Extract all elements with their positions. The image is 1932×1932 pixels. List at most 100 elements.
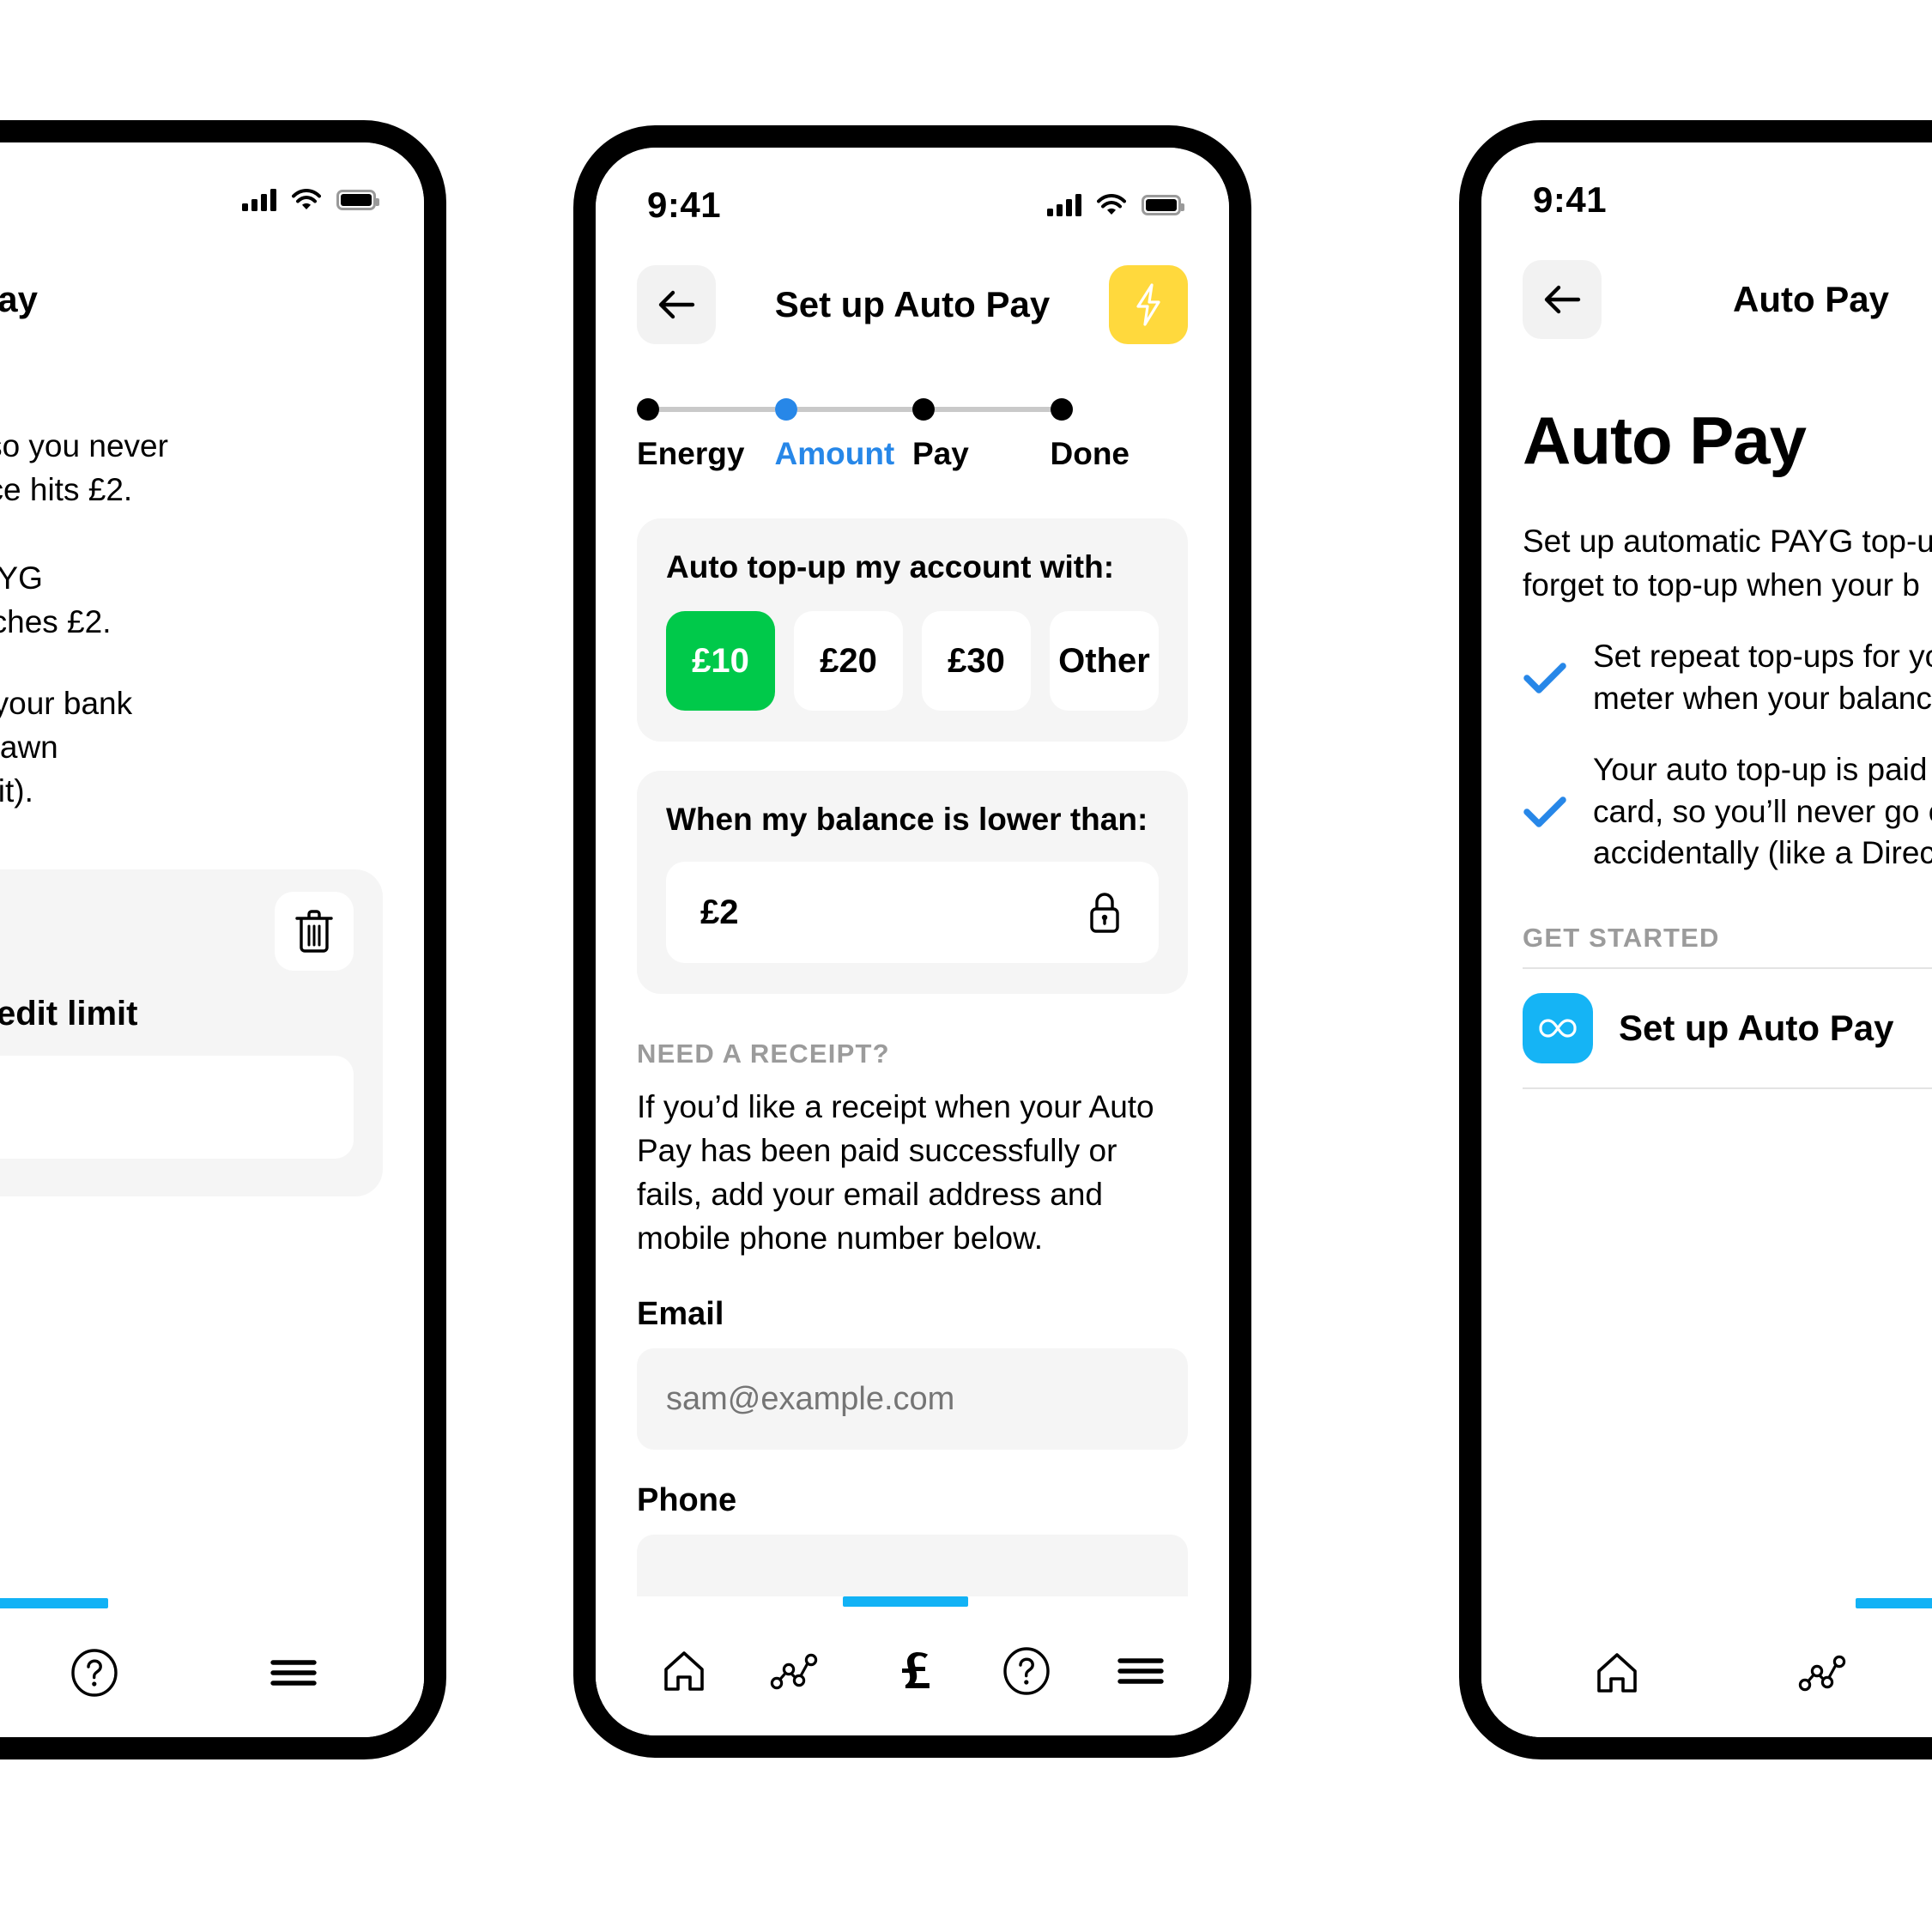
battery-icon [1142, 195, 1184, 215]
step-label: Energy [637, 436, 745, 471]
credit-limit-title: Credit limit [0, 995, 138, 1033]
signal-icon [1047, 194, 1081, 216]
list-item-setup-auto-pay[interactable]: Set up Auto Pay [1523, 967, 1932, 1090]
list-item-label: Set up Auto Pay [1619, 1008, 1894, 1049]
email-input[interactable] [637, 1348, 1188, 1451]
threshold-field[interactable]: £2 [666, 862, 1159, 963]
status-bar: 9:41 [1481, 142, 1932, 232]
menu-icon [270, 1660, 317, 1686]
benefit-text: Set repeat top-ups for yo meter when you… [1593, 639, 1932, 716]
progress-stepper: Energy Amount Pay Done [596, 357, 1229, 472]
step-line [796, 407, 912, 412]
step-done[interactable]: Done [1050, 397, 1189, 472]
tab-help[interactable] [0, 1648, 194, 1698]
tab-usage[interactable] [1722, 1653, 1931, 1693]
arrow-left-icon [658, 290, 695, 319]
amount-card: Auto top-up my account with: £10 £20 £30… [637, 518, 1188, 742]
intro-paragraph: Set up automatic PAYG top-u forget to to… [1523, 524, 1932, 603]
credit-limit-card: Credit limit £2.00 [0, 869, 383, 1197]
amount-option-other[interactable]: Other [1050, 611, 1159, 711]
benefit-text: Your auto top-up is paid card, so you’ll… [1593, 751, 1932, 871]
bullet-1: p-ups for your PAYG your balance reaches… [0, 560, 112, 640]
benefit-item-1: Set repeat top-ups for yo meter when you… [1523, 636, 1932, 720]
phone-left: Auto Pay c PAYG top-ups so you never whe… [0, 120, 446, 1759]
tabs [596, 1607, 1229, 1735]
step-energy[interactable]: Energy [637, 397, 775, 472]
screenshot-stage: Auto Pay c PAYG top-ups so you never whe… [0, 0, 1932, 1932]
amount-option-20[interactable]: £20 [794, 611, 903, 711]
heading: Auto Pay [1523, 403, 1807, 478]
lightning-bolt-icon [1136, 283, 1160, 326]
email-group: Email [637, 1296, 1188, 1451]
status-bar: 9:41 [596, 148, 1229, 237]
left-content: c PAYG top-ups so you never when your ba… [0, 352, 424, 813]
amount-card-title: Auto top-up my account with: [666, 549, 1115, 584]
step-dot [637, 398, 659, 421]
step-pay[interactable]: Pay [912, 397, 1051, 472]
home-icon [663, 1651, 704, 1691]
step-label: Pay [912, 436, 969, 471]
threshold-card: When my balance is lower than: £2 [637, 771, 1188, 994]
wifi-icon [292, 189, 321, 209]
benefit-item-2: Your auto top-up is paid card, so you’ll… [1523, 749, 1932, 875]
status-bar [0, 142, 424, 232]
receipt-section: NEED A RECEIPT? If you’d like a receipt … [637, 1039, 1188, 1260]
home-icon [1597, 1653, 1637, 1693]
check-icon [1523, 661, 1567, 695]
amount-option-30[interactable]: £30 [922, 611, 1031, 711]
threshold-value: £2 [700, 893, 739, 931]
boost-button[interactable] [1109, 265, 1188, 344]
tabs [0, 1608, 424, 1737]
tab-home[interactable] [1512, 1650, 1722, 1695]
intro-line-2: when your balance hits £2. [0, 472, 133, 508]
tab-help[interactable] [970, 1646, 1084, 1696]
tab-menu[interactable] [1084, 1654, 1198, 1688]
threshold-card-title: When my balance is lower than: [666, 802, 1148, 837]
signal-icon [242, 189, 276, 211]
credit-limit-value[interactable]: £2.00 [0, 1056, 354, 1160]
intro-line-1: c PAYG top-ups so you never [0, 428, 168, 463]
tab-home[interactable] [627, 1649, 741, 1693]
step-dot [912, 398, 935, 421]
get-started-label: GET STARTED [1523, 923, 1720, 954]
receipt-body: If you’d like a receipt when your Auto P… [637, 1089, 1154, 1257]
active-tab-indicator [1856, 1598, 1932, 1608]
page-title: Auto Pay [0, 279, 39, 319]
status-icons [242, 189, 379, 211]
back-button[interactable] [637, 265, 716, 344]
credit-limit-fields: £2.00 [0, 1056, 354, 1160]
step-dot [1050, 398, 1073, 421]
trash-icon[interactable] [275, 892, 354, 972]
tab-bar [0, 1598, 424, 1737]
phone-label: Phone [637, 1482, 737, 1519]
step-amount[interactable]: Amount [774, 397, 912, 472]
step-line [935, 407, 1051, 412]
help-circle-icon [1003, 1647, 1050, 1695]
battery-icon [336, 190, 379, 210]
tab-indicator-row [596, 1596, 1229, 1607]
step-label: Done [1050, 436, 1130, 471]
usage-graph-icon [1798, 1655, 1846, 1692]
step-label: Amount [774, 436, 895, 471]
menu-icon [1117, 1658, 1165, 1684]
back-button[interactable] [1523, 260, 1602, 339]
status-time: 9:41 [647, 185, 722, 225]
mid-content: Auto top-up my account with: £10 £20 £30… [596, 472, 1229, 1637]
tab-usage[interactable] [741, 1651, 855, 1691]
credit-limit-section: Credit limit £2.00 [0, 813, 424, 1197]
tab-pound[interactable] [855, 1647, 969, 1695]
email-label: Email [637, 1296, 724, 1333]
step-line [659, 407, 775, 412]
amount-option-10[interactable]: £10 [666, 611, 775, 711]
right-content: Auto Pay Set up automatic PAYG top-u for… [1481, 352, 1932, 1090]
phone-middle: 9:41 Set up Auto Pay Energy Amount Pay D… [573, 125, 1251, 1758]
tab-menu[interactable] [194, 1656, 393, 1690]
status-time: 9:41 [1533, 179, 1608, 220]
nav-header: Auto Pay [0, 232, 424, 352]
tab-indicator-row [0, 1598, 424, 1608]
check-icon [1523, 795, 1567, 829]
usage-graph-icon [770, 1653, 817, 1690]
arrow-left-icon [1544, 285, 1581, 314]
lock-icon [1090, 893, 1119, 933]
wifi-icon [1097, 194, 1126, 215]
